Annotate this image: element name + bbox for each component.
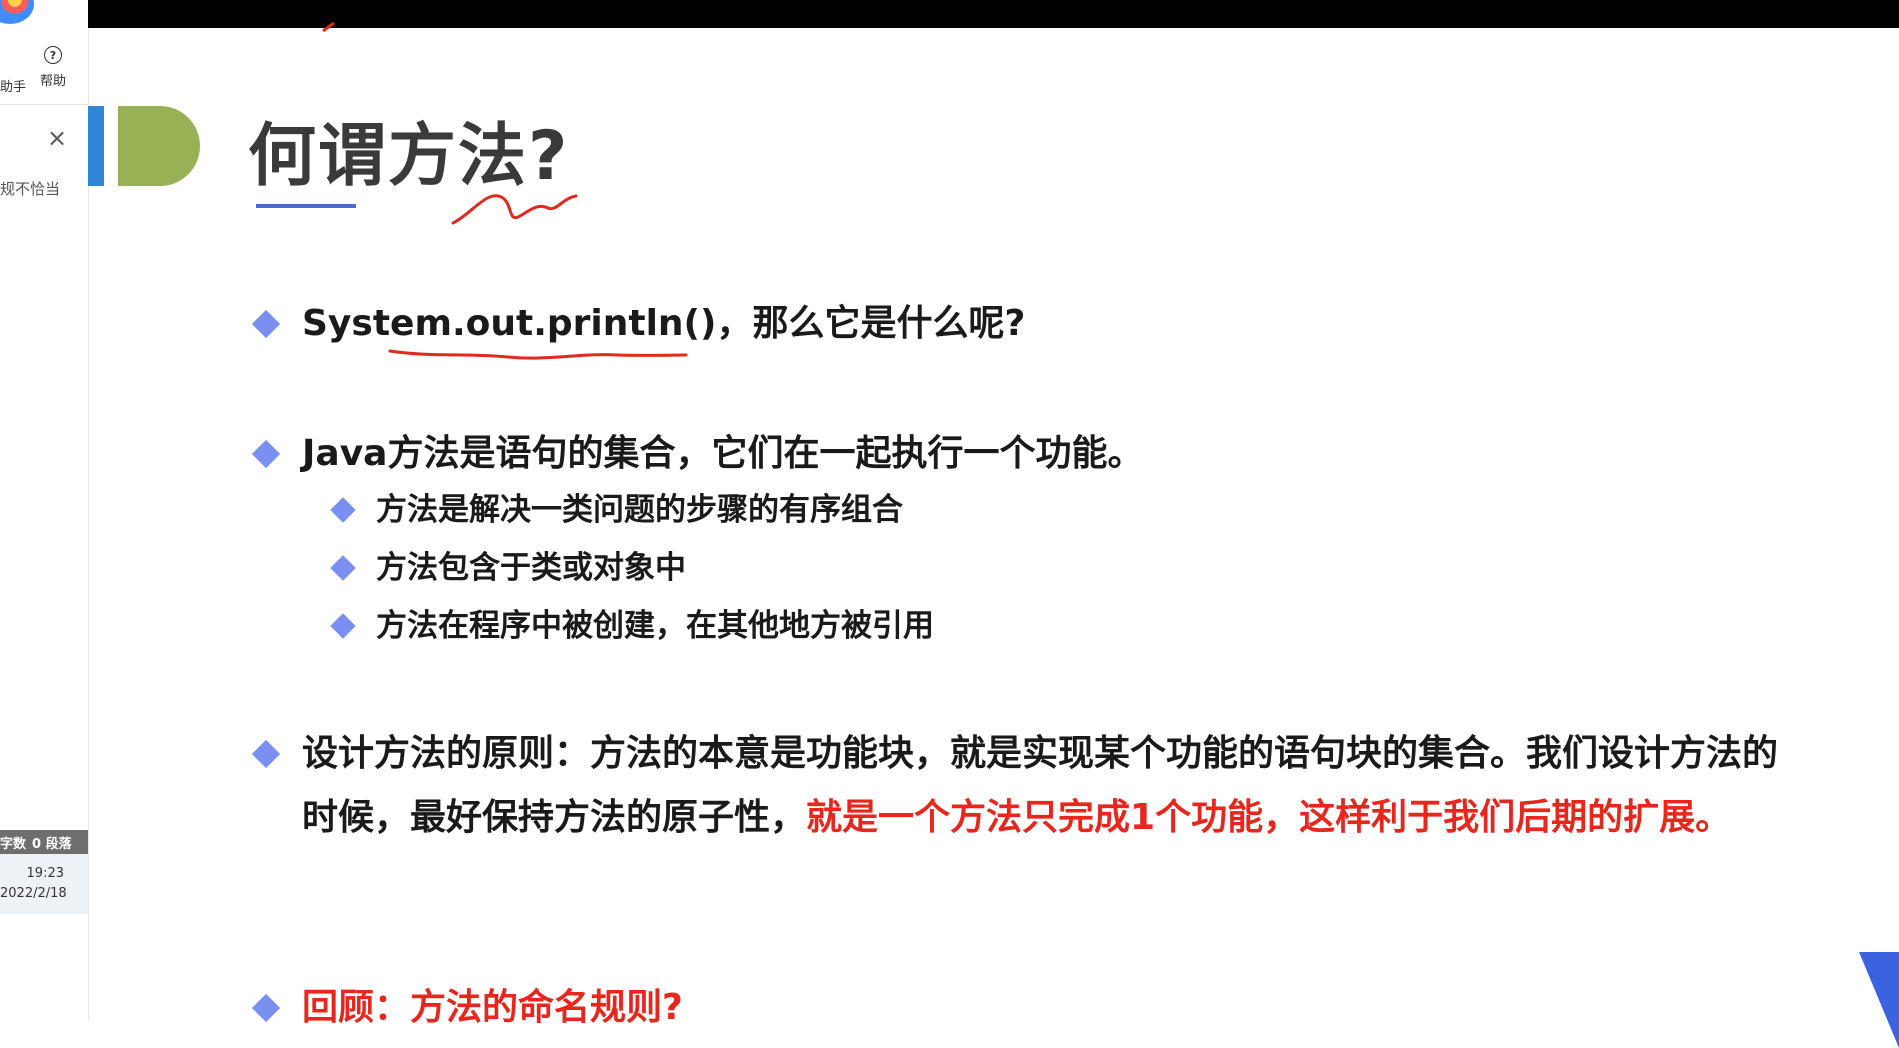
taskbar-clock[interactable]: 19:23 2022/2/18 — [0, 854, 88, 914]
bullet-diamond-icon — [330, 497, 356, 523]
left-app-panel: 助手 ? 帮助 × 规不恰当 字数 0 段落 19:23 2022/2/18 — [0, 0, 89, 1020]
assistant-label[interactable]: 助手 — [0, 76, 26, 95]
bullet-diamond-icon — [251, 439, 281, 469]
status-bar: 字数 0 段落 — [0, 830, 88, 854]
bullet-diamond-icon — [330, 555, 356, 581]
bullet-java-method: Java方法是语句的集合，它们在一起执行一个功能。 — [251, 422, 1144, 486]
bullet-text-black: 时候，最好保持方法的原子性， — [302, 797, 807, 838]
annotation-underline — [388, 349, 688, 360]
bullet-diamond-icon — [330, 613, 356, 639]
video-top-bar — [88, 0, 1899, 28]
sub-bullet: 方法包含于类或对象中 — [330, 540, 686, 596]
sub-bullet-text: 方法在程序中被创建，在其他地方被引用 — [376, 608, 934, 644]
clock-time: 19:23 — [26, 866, 64, 881]
notice-text: 规不恰当 — [0, 180, 61, 198]
close-icon[interactable]: × — [46, 126, 68, 150]
clock-date: 2022/2/18 — [0, 886, 67, 901]
help-button[interactable]: ? 帮助 — [36, 46, 70, 96]
presentation-slide: 何谓方法? System.out.println()，那么它是什么呢? Java… — [88, 28, 1899, 1048]
annotation-squiggle — [451, 194, 578, 225]
paragraph-count: 0 段落 — [32, 836, 72, 852]
bullet-text-red: 就是一个方法只完成1个功能，这样利于我们后期的扩展。 — [806, 797, 1732, 838]
help-label: 帮助 — [39, 74, 66, 89]
bullet-naming-rules: 回顾：方法的命名规则? — [251, 976, 683, 1040]
decor-corner-triangle — [1859, 952, 1899, 1048]
decor-blue-bar — [88, 106, 104, 186]
bullet-design-principle: 设计方法的原则：方法的本意是功能块，就是实现某个功能的语句块的集合。我们设计方法… — [251, 722, 1779, 850]
bullet-diamond-icon — [251, 309, 281, 339]
word-count-label: 字数 — [0, 836, 27, 852]
bullet-text-line2: 时候，最好保持方法的原子性，就是一个方法只完成1个功能，这样利于我们后期的扩展。 — [302, 786, 1778, 850]
bullet-text: 回顾：方法的命名规则? — [302, 987, 683, 1028]
sub-bullet-text: 方法是解决一类问题的步骤的有序组合 — [376, 492, 903, 528]
decor-green-shape — [118, 106, 200, 186]
sub-bullet: 方法是解决一类问题的步骤的有序组合 — [330, 482, 903, 538]
bullet-text: Java方法是语句的集合，它们在一起执行一个功能。 — [302, 433, 1144, 474]
panel-divider — [0, 104, 88, 105]
sub-bullet-text: 方法包含于类或对象中 — [376, 550, 686, 586]
title-underline — [256, 204, 356, 208]
bullet-diamond-icon — [251, 993, 281, 1023]
bullet-text-line1: 设计方法的原则：方法的本意是功能块，就是实现某个功能的语句块的集合。我们设计方法… — [302, 733, 1779, 774]
bullet-diamond-icon — [251, 739, 281, 769]
help-icon: ? — [44, 46, 62, 64]
app-logo-icon[interactable] — [0, 0, 34, 24]
sub-bullet: 方法在程序中被创建，在其他地方被引用 — [330, 598, 934, 654]
